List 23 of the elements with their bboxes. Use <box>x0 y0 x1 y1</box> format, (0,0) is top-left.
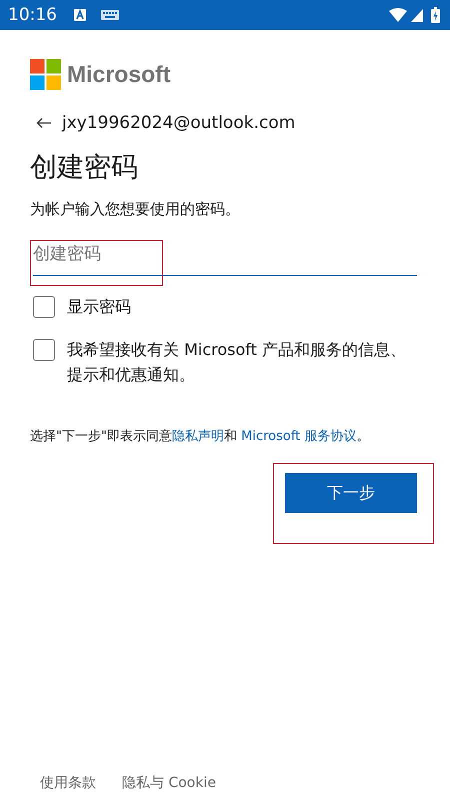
signal-icon <box>411 8 423 22</box>
status-time: 10:16 <box>8 5 57 25</box>
footer-link[interactable]: 使用条款 <box>40 774 96 792</box>
battery-icon <box>431 7 440 23</box>
footer-link[interactable]: 隐私与 Cookie <box>122 774 216 792</box>
consent-text: 选择"下一步"即表示同意隐私声明和 Microsoft 服务协议。 <box>30 428 370 445</box>
checkbox-label: 我希望接收有关 Microsoft 产品和服务的信息、提示和优惠通知。 <box>67 339 407 386</box>
wifi-icon <box>389 8 407 22</box>
checkbox-label: 显示密码 <box>67 296 131 318</box>
app-notification-icon <box>73 8 87 22</box>
keyboard-icon <box>101 10 119 20</box>
account-email: jxy19962024@outlook.com <box>62 113 296 133</box>
instruction-text: 为帐户输入您想要使用的密码。 <box>30 200 241 219</box>
next-button[interactable]: 下一步 <box>285 473 417 513</box>
back-arrow-icon[interactable] <box>36 117 52 129</box>
checkbox[interactable] <box>33 339 55 361</box>
link[interactable]: 隐私声明 <box>172 429 224 444</box>
page-title: 创建密码 <box>30 151 139 185</box>
logo-icon <box>30 59 61 90</box>
link[interactable]: Microsoft 服务协议 <box>241 429 356 444</box>
logo-text: Microsoft <box>67 61 170 88</box>
password-field[interactable]: 创建密码 <box>33 233 417 276</box>
checkbox[interactable] <box>33 296 55 318</box>
